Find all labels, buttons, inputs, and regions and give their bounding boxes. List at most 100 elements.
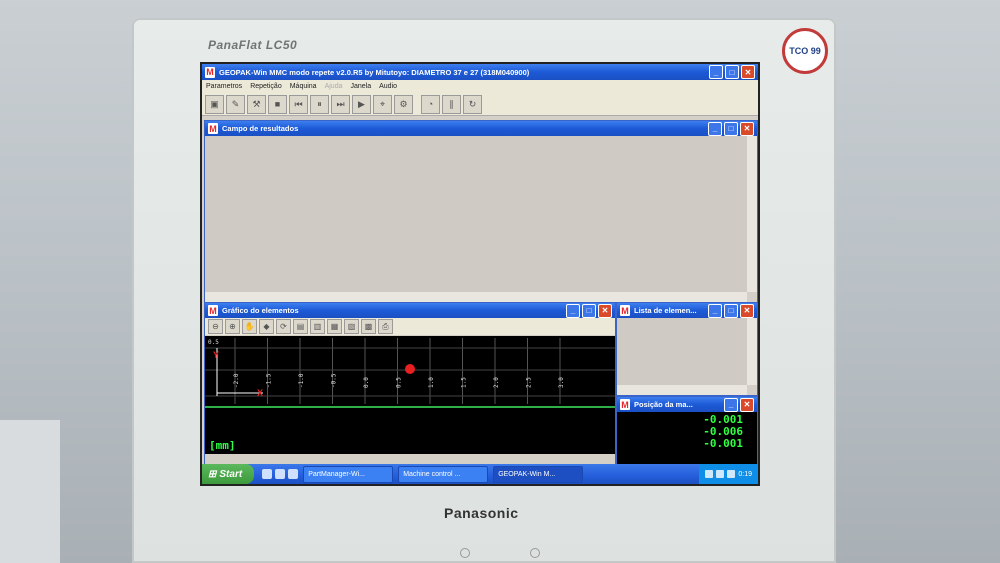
grid-icon[interactable]: ▩ (361, 319, 376, 334)
tco-badge: TCO 99 (782, 28, 828, 74)
zoom-in-icon[interactable]: ⊕ (225, 319, 240, 334)
maximize-icon[interactable]: □ (725, 65, 739, 79)
results-horizontal-scrollbar[interactable] (205, 292, 747, 302)
folder-open-icon[interactable]: ▥ (310, 319, 325, 334)
minimize-icon[interactable]: _ (724, 397, 738, 412)
folder-icon[interactable]: ▤ (293, 319, 308, 334)
menu-janela[interactable]: Janela (350, 83, 371, 90)
maximize-icon[interactable]: □ (582, 303, 596, 318)
graph-baseline (205, 406, 615, 408)
monitor-model-label: PanaFlat LC50 (208, 38, 298, 52)
play-icon[interactable]: ▶ (352, 94, 371, 114)
rotate-icon[interactable]: ⟳ (276, 319, 291, 334)
stop-icon[interactable]: ■ (268, 94, 287, 114)
quick-launch (262, 469, 299, 479)
tick-label: 1.0 (428, 377, 435, 388)
view-icon[interactable]: ◆ (259, 319, 274, 334)
x-axis-marker: X (257, 388, 263, 398)
layer-alt-icon[interactable]: ▧ (344, 319, 359, 334)
taskbar: ⊞ Start PartManager-Wi... Machine contro… (202, 464, 758, 484)
mitutoyo-logo-icon: M (208, 305, 218, 316)
print-icon[interactable]: ⎙ (378, 319, 393, 334)
monitor-power-button[interactable] (530, 548, 540, 558)
tick-label: 3.0 (558, 377, 565, 388)
position-panel-title: Posição da ma... (634, 400, 693, 409)
main-window-titlebar: M GEOPAK-Win MMC modo repete v2.0.R5 by … (202, 64, 758, 80)
cycle-icon[interactable]: ↻ (463, 94, 482, 114)
element-graph[interactable]: -2.0 -1.5 -1.0 -0.5 0.0 0.5 1.0 1.5 2.0 2.5 3.0 0.… (205, 336, 615, 454)
close-icon[interactable]: ✕ (598, 303, 612, 318)
monitor-brand-label: Panasonic (444, 505, 519, 521)
element-list[interactable] (617, 318, 747, 385)
taskbar-item-partmanager[interactable]: PartManager-Wi... (303, 465, 394, 483)
taskbar-item-geopak[interactable]: GEOPAK-Win M... (493, 465, 584, 483)
probe-point-marker (405, 364, 415, 374)
menu-bar: Parametros Repetição Máquina Ajuda Janel… (202, 80, 758, 93)
minimize-icon[interactable]: _ (709, 65, 723, 79)
close-icon[interactable]: ✕ (740, 121, 754, 136)
browser-icon[interactable] (275, 469, 286, 479)
volume-icon[interactable] (716, 470, 725, 478)
close-icon[interactable]: ✕ (740, 303, 754, 318)
media-icon[interactable] (288, 469, 299, 479)
tick-label: 1.5 (461, 377, 468, 388)
minimize-icon[interactable]: _ (708, 303, 722, 318)
minimize-icon[interactable]: _ (708, 121, 722, 136)
system-tray: 0:19 (699, 464, 758, 484)
rewind-icon[interactable]: ⏮ (289, 94, 308, 114)
clock: 0:19 (738, 470, 752, 478)
element-list-panel: M Lista de elemen... _ □ ✕ (616, 302, 758, 396)
list-panel-title: Lista de elemen... (634, 306, 697, 315)
list-vertical-scrollbar[interactable] (747, 318, 757, 385)
results-area[interactable] (205, 136, 747, 292)
units-label: [mm] (209, 439, 236, 452)
gauge-icon[interactable]: ◔ (421, 94, 440, 114)
security-icon[interactable] (727, 470, 736, 478)
probe-icon[interactable]: ⌖ (373, 94, 392, 114)
graph-panel-title: Gráfico do elementos (222, 306, 299, 315)
position-panel-titlebar: M Posição da ma... _ ✕ (617, 397, 757, 412)
save-icon[interactable]: ▣ (205, 94, 224, 114)
maximize-icon[interactable]: □ (724, 121, 738, 136)
y-axis-marker: Y (213, 350, 219, 360)
menu-maquina[interactable]: Máquina (290, 83, 317, 90)
list-horizontal-scrollbar[interactable] (617, 385, 747, 395)
tick-label: -1.0 (298, 373, 305, 388)
position-panel: M Posição da ma... _ ✕ -0.001 -0.006 -0.… (616, 396, 758, 466)
desktop-icon[interactable] (262, 469, 273, 479)
results-panel-titlebar: M Campo de resultados _ □ ✕ (205, 121, 757, 136)
machine-icon[interactable]: ⚙ (394, 94, 413, 114)
maximize-icon[interactable]: □ (724, 303, 738, 318)
graph-panel: M Gráfico do elementos _ □ ✕ ⊖ ⊕ ✋ ◆ ⟳ ▤… (204, 302, 616, 466)
close-icon[interactable]: ✕ (741, 65, 755, 79)
zoom-out-icon[interactable]: ⊖ (208, 319, 223, 334)
network-icon[interactable] (705, 470, 714, 478)
edit-icon[interactable]: ✎ (226, 94, 245, 114)
monitor-bezel: PanaFlat LC50 TCO 99 M GEOPAK-Win MMC mo… (132, 18, 836, 563)
layer-icon[interactable]: ▦ (327, 319, 342, 334)
tick-label: 0.0 (363, 377, 370, 388)
graph-toolbar: ⊖ ⊕ ✋ ◆ ⟳ ▤ ▥ ▦ ▧ ▩ ⎙ (205, 318, 615, 335)
menu-parametros[interactable]: Parametros (206, 83, 242, 90)
main-window-title: GEOPAK-Win MMC modo repete v2.0.R5 by Mi… (219, 67, 530, 77)
main-toolbar: ▣ ✎ ⚒ ■ ⏮ ⏸ ⏭ ▶ ⌖ ⚙ ◔ ∥ ↻ (202, 93, 758, 116)
results-vertical-scrollbar[interactable] (747, 136, 757, 292)
menu-ajuda: Ajuda (324, 83, 343, 90)
menu-audio[interactable]: Audio (379, 83, 397, 90)
column-icon[interactable]: ∥ (442, 94, 461, 114)
close-icon[interactable]: ✕ (740, 397, 754, 412)
step-icon[interactable]: ⏭ (331, 94, 350, 114)
list-panel-titlebar: M Lista de elemen... _ □ ✕ (617, 303, 757, 318)
pan-icon[interactable]: ✋ (242, 319, 257, 334)
taskbar-item-machine-control[interactable]: Machine control ... (398, 465, 489, 483)
menu-repeticao[interactable]: Repetição (250, 83, 282, 90)
start-button[interactable]: ⊞ Start (202, 464, 255, 484)
mitutoyo-logo-icon: M (208, 123, 218, 134)
mitutoyo-logo-icon: M (620, 305, 630, 316)
pause-icon[interactable]: ⏸ (310, 94, 329, 114)
windows-logo-icon: ⊞ (208, 468, 217, 480)
monitor-control-button[interactable] (460, 548, 470, 558)
tool-icon[interactable]: ⚒ (247, 94, 266, 114)
minimize-icon[interactable]: _ (566, 303, 580, 318)
position-display: -0.001 -0.006 -0.001 (617, 412, 757, 465)
